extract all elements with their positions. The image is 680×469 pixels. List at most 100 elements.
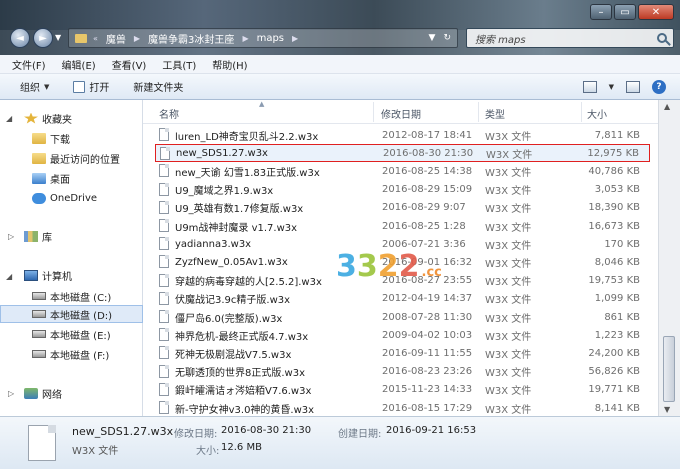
menu-tools[interactable]: 工具(T): [162, 57, 196, 72]
nav-drive-d[interactable]: 本地磁盘 (D:): [0, 305, 143, 323]
file-icon: [159, 273, 169, 287]
nav-drive-c[interactable]: 本地磁盘 (C:): [0, 287, 143, 305]
view-dropdown-icon[interactable]: ▼: [609, 83, 614, 91]
nav-downloads[interactable]: 下载: [0, 129, 143, 147]
address-bar[interactable]: « 魔兽 ▶ 魔兽争霸3冰封王座 ▶ maps ▶ ▼ ↻: [68, 28, 458, 48]
search-input[interactable]: 搜索 maps: [466, 28, 674, 48]
file-name: 伏魔战记3.9c精子版.w3x: [175, 295, 291, 307]
file-type: W3X 文件: [485, 386, 532, 398]
preview-pane-icon[interactable]: [626, 80, 640, 93]
view-options-icon[interactable]: [582, 80, 597, 93]
column-type[interactable]: 类型: [485, 106, 505, 121]
nav-recent[interactable]: 最近访问的位置: [0, 149, 143, 167]
file-size: 19,753 KB: [588, 275, 640, 287]
file-size: 19,771 KB: [588, 384, 640, 396]
help-icon[interactable]: ?: [652, 79, 666, 94]
breadcrumb-separator[interactable]: ▶: [290, 34, 300, 43]
organize-button[interactable]: 组织 ▼: [20, 79, 49, 95]
recent-pages-dropdown[interactable]: ▼: [55, 33, 61, 42]
nav-drive-e[interactable]: 本地磁盘 (E:): [0, 325, 143, 343]
details-filename: new_SDS1.27.w3x: [72, 425, 174, 438]
search-icon[interactable]: [657, 33, 667, 43]
file-row[interactable]: 鍜屽皬濡诘ォ涔婄粨V7.6.w3x 2015-11-23 14:33 W3X 文件 1…: [155, 381, 650, 399]
nav-label: 收藏夹: [42, 114, 72, 126]
forward-button[interactable]: ►: [33, 28, 53, 48]
nav-network[interactable]: 网络: [0, 384, 143, 402]
file-size: 1,099 KB: [594, 293, 640, 305]
breadcrumb-separator[interactable]: ▶: [240, 34, 250, 43]
breadcrumb-separator[interactable]: ▶: [132, 34, 142, 43]
refresh-icon[interactable]: ↻: [443, 33, 451, 43]
computer-icon: [24, 269, 38, 281]
file-row[interactable]: 死神无极剧混战V7.5.w3x 2016-09-11 11:55 W3X 文件 24,…: [155, 344, 650, 362]
breadcrumb-item[interactable]: 魔兽争霸3冰封王座: [142, 31, 240, 46]
file-size: 40,786 KB: [588, 165, 640, 177]
file-row[interactable]: 神界危机-最终正式版4.7.w3x 2009-04-02 10:03 W3X 文件 1…: [155, 326, 650, 344]
details-pane: new_SDS1.27.w3x W3X 文件 修改日期: 2016-08-30 …: [0, 416, 680, 469]
file-row[interactable]: 伏魔战记3.9c精子版.w3x 2012-04-19 14:37 W3X 文件 1,0…: [155, 290, 650, 308]
scroll-down-icon[interactable]: ▼: [664, 405, 670, 414]
column-name[interactable]: 名称: [159, 106, 179, 121]
drive-icon: [32, 310, 46, 318]
open-button[interactable]: 打开: [73, 79, 109, 94]
column-divider[interactable]: [581, 102, 582, 122]
breadcrumb-separator[interactable]: «: [91, 34, 100, 43]
column-divider[interactable]: [373, 102, 374, 122]
menu-help[interactable]: 帮助(H): [212, 57, 247, 72]
back-button[interactable]: ◄: [10, 28, 30, 48]
file-type: W3X 文件: [485, 313, 532, 325]
address-dropdown-icon[interactable]: ▼: [429, 33, 436, 43]
nav-libraries[interactable]: 库: [0, 227, 143, 245]
nav-desktop[interactable]: 桌面: [0, 169, 143, 187]
breadcrumb-item[interactable]: maps: [251, 33, 290, 44]
nav-computer[interactable]: 计算机: [0, 266, 143, 284]
menu-edit[interactable]: 编辑(E): [62, 57, 96, 72]
menu-view[interactable]: 查看(V): [112, 57, 147, 72]
file-row[interactable]: U9_英雄有数1.7修复版.w3x 2016-08-29 9:07 W3X 文件 18…: [155, 199, 650, 217]
nav-drive-f[interactable]: 本地磁盘 (F:): [0, 345, 143, 363]
file-size: 8,141 KB: [594, 402, 640, 414]
file-type: W3X 文件: [485, 222, 532, 234]
network-icon: [24, 387, 38, 399]
file-type: W3X 文件: [485, 258, 532, 270]
file-row[interactable]: new_天谕 幻雪1.83正式版.w3x 2016-08-25 14:38 W3X …: [155, 162, 650, 180]
breadcrumb-item[interactable]: 魔兽: [100, 31, 132, 46]
file-row[interactable]: 无聊透顶的世界8正式版.w3x 2016-08-23 23:26 W3X 文件 56,…: [155, 363, 650, 381]
file-row-selected[interactable]: new_SDS1.27.w3x 2016-08-30 21:30 W3X 文件 12,…: [155, 144, 650, 163]
file-row[interactable]: U9_魔域之界1.9.w3x 2016-08-29 15:09 W3X 文件 3,05…: [155, 181, 650, 199]
nav-onedrive[interactable]: OneDrive: [0, 189, 143, 207]
vertical-scrollbar[interactable]: ▲ ▼: [658, 100, 680, 416]
file-date: 2015-11-23 14:33: [382, 384, 473, 396]
nav-favorites[interactable]: 收藏夹: [0, 109, 143, 127]
column-date[interactable]: 修改日期: [381, 106, 421, 121]
file-date: 2016-08-25 1:28: [382, 220, 466, 232]
file-name: 穿越的病毒穿越的人[2.5.2].w3x: [175, 277, 322, 289]
nav-label: OneDrive: [50, 192, 98, 204]
scrollbar-thumb[interactable]: [663, 336, 675, 402]
scroll-up-icon[interactable]: ▲: [664, 102, 670, 111]
new-folder-button[interactable]: 新建文件夹: [133, 79, 183, 94]
file-type: W3X 文件: [485, 277, 532, 289]
file-icon: [159, 291, 169, 305]
file-row[interactable]: U9m战神封魔录 v1.7.w3x 2016-08-25 1:28 W3X 文件 16…: [155, 217, 650, 235]
watermark-suffix: .cc: [421, 265, 442, 280]
nav-label: 桌面: [50, 174, 70, 186]
menu-file[interactable]: 文件(F): [12, 57, 46, 72]
file-row[interactable]: 僵尸岛6.0(完整版).w3x 2008-07-28 11:30 W3X 文件 861…: [155, 308, 650, 326]
column-size[interactable]: 大小: [587, 106, 607, 121]
minimize-button[interactable]: –: [590, 4, 612, 20]
close-button[interactable]: ✕: [638, 4, 674, 20]
maximize-button[interactable]: ▭: [614, 4, 636, 20]
file-date: 2016-08-29 15:09: [382, 184, 473, 196]
file-date: 2009-04-02 10:03: [382, 329, 473, 341]
file-name: luren_LD神奇宝贝乱斗2.2.w3x: [175, 131, 319, 143]
drive-icon: [32, 350, 46, 358]
watermark-digit: 3: [336, 249, 357, 284]
file-icon: [159, 164, 169, 178]
file-icon: [159, 182, 169, 196]
file-type: W3X 文件: [485, 167, 532, 179]
file-row[interactable]: luren_LD神奇宝贝乱斗2.2.w3x 2012-08-17 18:41 W3X…: [155, 126, 650, 144]
file-date: 2016-08-23 23:26: [382, 366, 473, 378]
file-row[interactable]: 新-守护女神v3.0神的黄昏.w3x 2016-08-15 17:29 W3X 文件…: [155, 399, 650, 416]
column-divider[interactable]: [478, 102, 479, 122]
